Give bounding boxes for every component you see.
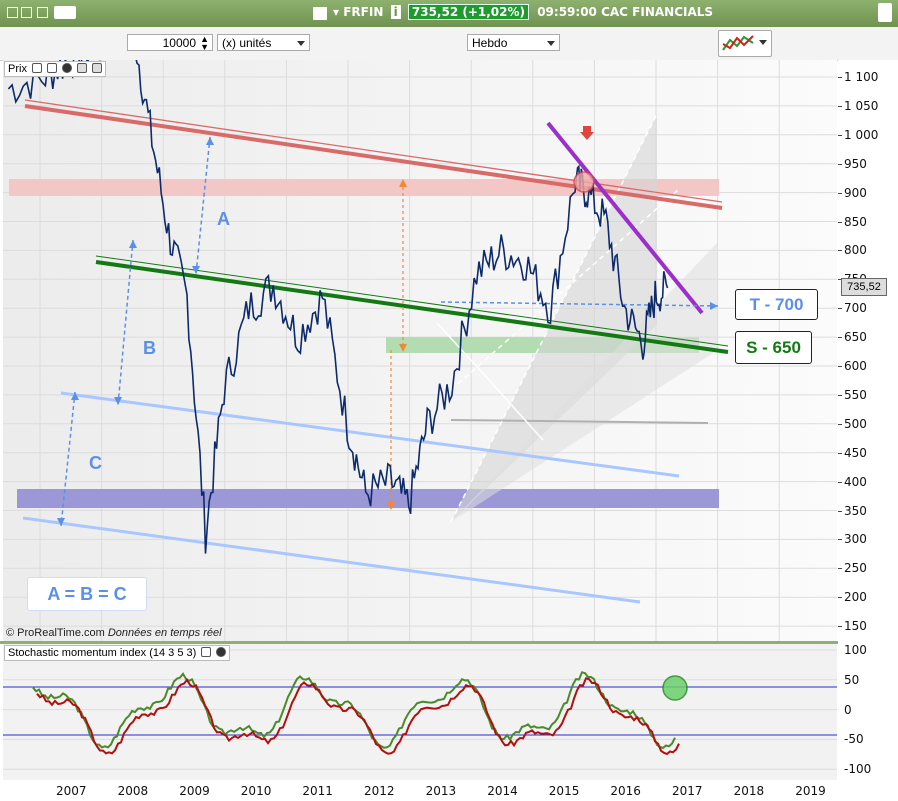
- y-tick-label: 500: [844, 416, 867, 431]
- menu-icon[interactable]: [7, 7, 18, 18]
- price-panel-label: Prix: [4, 61, 107, 77]
- y-tick-label: 400: [844, 474, 867, 489]
- last-price-tag: 735,52: [841, 278, 887, 296]
- y-tick-label: 650: [844, 330, 867, 345]
- chevron-down-icon: [759, 40, 767, 45]
- symbol-label: FRFIN: [343, 5, 384, 19]
- y-tick-label: 850: [844, 214, 867, 229]
- close-icon[interactable]: [37, 7, 48, 18]
- info-icon[interactable]: i: [390, 5, 401, 19]
- y-tick-label: 350: [844, 503, 867, 518]
- price-badge: 735,52 (+1,02%): [407, 4, 530, 20]
- x-tick-label: 2016: [610, 784, 641, 798]
- keyboard-icon[interactable]: [54, 6, 76, 19]
- indicator-button[interactable]: [718, 30, 772, 57]
- y-tick-label: 600: [844, 359, 867, 373]
- target-label: T - 700: [735, 289, 818, 320]
- x-tick-label: 2008: [117, 784, 149, 798]
- y-tick-label: 250: [844, 561, 867, 576]
- indicator-icon: [722, 35, 754, 51]
- trading-app: ▾ FRFIN i 735,52 (+1,02%) 09:59:00 CAC F…: [0, 0, 898, 801]
- x-tick-label: 2015: [548, 784, 580, 798]
- x-tick-label: 2012: [364, 784, 395, 798]
- stoch-tick-label: 50: [844, 672, 860, 687]
- stoch-tick-label: 0: [844, 702, 852, 717]
- y-tick-label: 300: [844, 532, 867, 547]
- equality-label: A = B = C: [27, 577, 147, 611]
- unit-select[interactable]: (x) unités: [217, 34, 310, 51]
- chevron-down-icon: [297, 41, 305, 46]
- quantity-input[interactable]: 10000 ▲ ▼: [127, 34, 213, 52]
- y-tick-label: 1 050: [844, 98, 879, 113]
- wrench-icon[interactable]: [201, 647, 212, 657]
- stoch-tick-label: -50: [844, 732, 864, 747]
- x-tick-label: 2007: [56, 784, 87, 798]
- x-tick-label: 2010: [240, 784, 272, 798]
- support-label: S - 650: [735, 331, 812, 364]
- move-up-icon[interactable]: [92, 63, 103, 73]
- indicator-panel-label: Stochastic momentum index (14 3 5 3): [4, 645, 231, 661]
- stoch-tick-label: -100: [844, 762, 872, 777]
- minimize-icon[interactable]: [21, 7, 32, 18]
- x-tick-label: 2011: [302, 784, 333, 798]
- stepper-icon[interactable]: ▲ ▼: [200, 35, 209, 52]
- y-tick-label: 200: [844, 590, 867, 605]
- x-tick-label: 2013: [425, 784, 457, 798]
- close-icon[interactable]: [216, 647, 227, 657]
- title-bar: ▾ FRFIN i 735,52 (+1,02%) 09:59:00 CAC F…: [0, 0, 898, 27]
- move-down-icon[interactable]: [77, 63, 88, 73]
- y-tick-label: 150: [844, 619, 867, 634]
- x-tick-label: 2017: [672, 784, 703, 798]
- low-zone: [17, 489, 719, 508]
- window-title: ▾ FRFIN i 735,52 (+1,02%) 09:59:00 CAC F…: [333, 4, 714, 20]
- y-tick-label: 550: [844, 387, 867, 402]
- time-title: 09:59:00 CAC FINANCIALS: [537, 5, 714, 19]
- stoch-tick-label: 100: [844, 643, 867, 657]
- chevron-down-icon: [547, 41, 555, 46]
- price-chart[interactable]: A B C: [3, 60, 837, 643]
- top-circle-marker: [573, 171, 595, 193]
- y-tick-label: 450: [844, 445, 867, 460]
- y-tick-label: 950: [844, 156, 867, 171]
- label-b: B: [143, 338, 156, 358]
- wrench-icon[interactable]: [32, 63, 43, 73]
- label-a: A: [217, 209, 230, 229]
- x-tick-label: 2014: [487, 784, 518, 798]
- close-icon[interactable]: [62, 63, 73, 73]
- period-select[interactable]: Hebdo: [467, 34, 560, 51]
- y-tick-label: 1 000: [844, 127, 879, 142]
- x-tick-label: 2018: [733, 784, 765, 798]
- dropdown-arrow-icon[interactable]: ▾: [333, 5, 339, 19]
- signal-circle-marker: [662, 675, 688, 701]
- y-tick-label: 1 100: [844, 70, 879, 84]
- x-tick-label: 2019: [795, 784, 826, 798]
- y-axis: 1 1001 0501 0009509008508007507006506005…: [838, 60, 898, 780]
- copyright-note: © ProRealTime.com Données en temps réel: [6, 627, 222, 639]
- toolbar: 10000 ▲ ▼ (x) unités Hebdo: [0, 27, 898, 61]
- chart-type-icon[interactable]: [313, 7, 327, 20]
- scroll-up-icon[interactable]: [878, 3, 892, 22]
- window-icon[interactable]: [47, 63, 58, 73]
- y-tick-label: 900: [844, 185, 867, 200]
- label-c: C: [89, 453, 102, 473]
- stochastic-chart[interactable]: [3, 644, 837, 780]
- y-tick-label: 700: [844, 301, 867, 316]
- y-tick-label: 800: [844, 243, 867, 258]
- x-tick-label: 2009: [179, 784, 210, 798]
- x-axis: 2007 2008 2009 2010 2011 2012 2013 2014 2015 2016…: [0, 780, 898, 801]
